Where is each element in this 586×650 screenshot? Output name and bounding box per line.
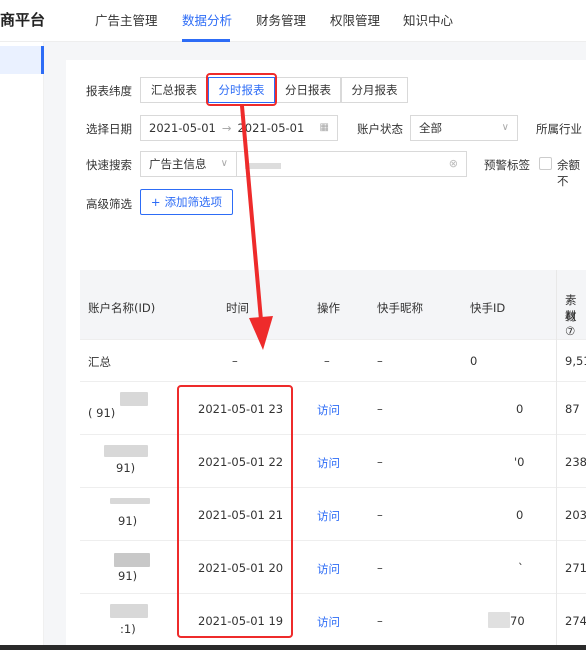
annotation-arrow-icon <box>240 104 273 350</box>
taskbar <box>0 645 586 650</box>
